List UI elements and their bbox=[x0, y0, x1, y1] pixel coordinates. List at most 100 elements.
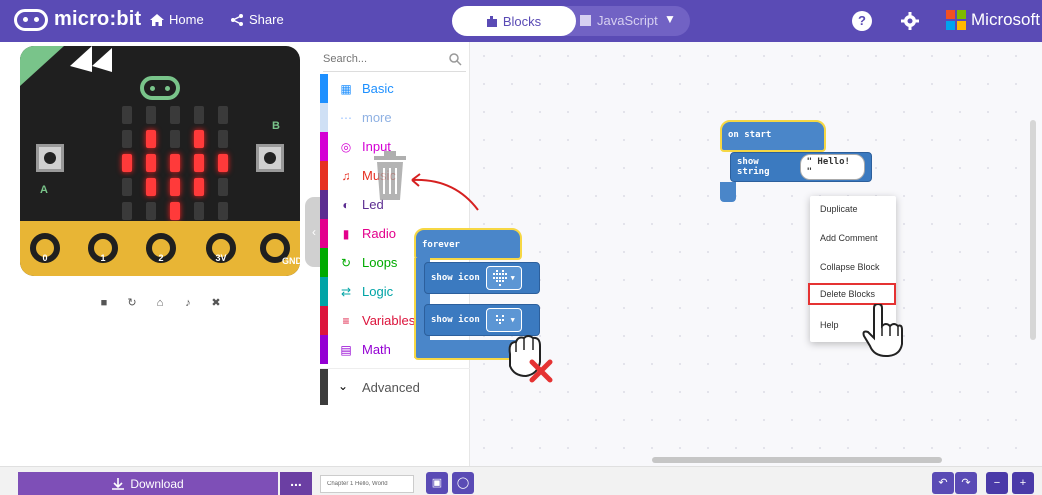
toolbox-search-input[interactable] bbox=[323, 50, 443, 68]
menu-item-collapse-block[interactable]: Collapse Block bbox=[810, 256, 896, 278]
show-icon-block[interactable]: show icon ▼ bbox=[424, 262, 540, 294]
home-button[interactable]: Home bbox=[150, 12, 204, 27]
category-color-bar bbox=[320, 335, 328, 364]
help-icon[interactable]: ? bbox=[852, 11, 872, 31]
javascript-tab[interactable]: JavaScript bbox=[580, 13, 658, 28]
advanced-category[interactable]: ⌄ Advanced bbox=[320, 368, 470, 405]
mute-icon[interactable]: ♪ bbox=[176, 292, 200, 314]
horizontal-scrollbar[interactable] bbox=[652, 457, 942, 463]
pin-label: 0 bbox=[42, 253, 48, 263]
pin-label: 1 bbox=[100, 253, 106, 263]
led-pixel bbox=[218, 154, 228, 172]
javascript-icon bbox=[580, 15, 591, 26]
button-a[interactable] bbox=[36, 144, 64, 172]
share-button[interactable]: Share bbox=[230, 12, 284, 27]
redo-icon[interactable]: ↷ bbox=[955, 472, 977, 494]
pin-1[interactable]: 1 bbox=[88, 233, 118, 273]
led-matrix bbox=[115, 106, 235, 224]
pin-0[interactable]: 0 bbox=[30, 233, 60, 273]
forever-block[interactable]: forever bbox=[414, 228, 522, 260]
led-pixel bbox=[218, 178, 228, 196]
led-pixel bbox=[218, 106, 228, 124]
microbit-logo[interactable]: micro:bit bbox=[14, 8, 141, 31]
category-color-bar bbox=[320, 219, 328, 248]
led-pixel bbox=[122, 106, 132, 124]
microbit-logo-icon bbox=[14, 8, 48, 31]
dropdown-caret-icon: ▼ bbox=[510, 316, 515, 324]
dropdown-caret-icon: ▼ bbox=[510, 274, 515, 282]
brand-name: micro:bit bbox=[54, 8, 142, 30]
bottom-toolbar: Download ... ▣ ◯ ↶ ↷ − + bbox=[0, 466, 1042, 495]
microsoft-icon bbox=[946, 10, 966, 30]
led-pixel bbox=[146, 178, 156, 196]
menu-item-add-comment[interactable]: Add Comment bbox=[810, 227, 896, 249]
heart-icon bbox=[492, 270, 509, 286]
led-pixel bbox=[194, 178, 204, 196]
github-icon[interactable]: ◯ bbox=[452, 472, 474, 494]
zoom-in-icon[interactable]: + bbox=[1012, 472, 1034, 494]
on-start-block[interactable]: on start bbox=[720, 120, 826, 152]
search-icon[interactable] bbox=[448, 52, 462, 66]
toolbox-category-basic[interactable]: ▦ Basic bbox=[320, 74, 470, 103]
category-label: Logic bbox=[362, 284, 394, 299]
restart-icon[interactable]: ↻ bbox=[120, 292, 144, 314]
show-string-block[interactable]: show string " Hello! " bbox=[730, 152, 872, 182]
corner-triangles bbox=[20, 46, 112, 86]
pin-gnd bbox=[260, 233, 290, 273]
mode-dropdown-icon[interactable]: ▼ bbox=[664, 12, 676, 26]
drag-to-trash-arrow bbox=[411, 173, 479, 211]
project-name-input[interactable] bbox=[320, 475, 414, 493]
led-pixel bbox=[218, 202, 228, 220]
icon-dropdown[interactable]: ▼ bbox=[485, 308, 522, 332]
microsoft-logo[interactable]: Microsoft bbox=[946, 10, 1040, 30]
led-pixel bbox=[170, 106, 180, 124]
menu-item-duplicate[interactable]: Duplicate bbox=[810, 198, 896, 220]
fullscreen-icon[interactable]: ✖ bbox=[204, 292, 228, 314]
download-more-button[interactable]: ... bbox=[280, 472, 312, 495]
category-color-bar bbox=[320, 369, 328, 405]
editor-mode-toggle: Blocks JavaScript ▼ bbox=[452, 6, 690, 36]
led-pixel bbox=[146, 130, 156, 148]
gnd-label: GND bbox=[282, 256, 300, 266]
forever-label: forever bbox=[422, 240, 460, 250]
save-icon[interactable]: ▣ bbox=[426, 472, 448, 494]
icon-dropdown[interactable]: ▼ bbox=[485, 266, 522, 290]
toggle-icon: ◐ bbox=[342, 198, 350, 212]
vertical-scrollbar[interactable] bbox=[1030, 120, 1036, 340]
category-label: Loops bbox=[362, 255, 398, 270]
pin-2[interactable]: 2 bbox=[146, 233, 176, 273]
show-icon-label: show icon bbox=[431, 273, 480, 283]
slow-mo-icon[interactable]: ⌂ bbox=[148, 292, 172, 314]
home-label: Home bbox=[169, 12, 204, 27]
share-label: Share bbox=[249, 12, 284, 27]
download-label: Download bbox=[130, 477, 184, 491]
advanced-label: Advanced bbox=[362, 380, 420, 395]
delete-x-icon bbox=[529, 359, 553, 383]
microsoft-label: Microsoft bbox=[971, 10, 1040, 29]
puzzle-icon bbox=[486, 15, 497, 27]
category-label: Math bbox=[362, 342, 391, 357]
download-button[interactable]: Download bbox=[18, 472, 278, 495]
small-heart-icon bbox=[493, 312, 509, 328]
grid-icon: ▦ bbox=[340, 82, 352, 96]
menu-item-delete-blocks[interactable]: Delete Blocks bbox=[808, 283, 896, 305]
makecode-editor: micro:bit Home Share Blocks JavaScript ▼… bbox=[0, 0, 1042, 495]
blocks-tab[interactable]: Blocks bbox=[452, 6, 576, 36]
toolbox-search bbox=[323, 46, 466, 72]
stop-icon[interactable]: ■ bbox=[92, 292, 116, 314]
button-b[interactable] bbox=[256, 144, 284, 172]
microbit-board: A B 0 1 2 3V GND bbox=[20, 46, 300, 276]
undo-icon[interactable]: ↶ bbox=[932, 472, 954, 494]
category-color-bar bbox=[320, 306, 328, 335]
simulator-panel: A B 0 1 2 3V GND ■ ↻ ⌂ ♪ ✖ bbox=[0, 42, 320, 466]
string-value-field[interactable]: " Hello! " bbox=[799, 154, 865, 180]
category-label: Variables bbox=[362, 313, 416, 328]
led-pixel bbox=[170, 130, 180, 148]
category-color-bar bbox=[320, 132, 328, 161]
led-pixel bbox=[122, 202, 132, 220]
led-pixel bbox=[194, 154, 204, 172]
zoom-out-icon[interactable]: − bbox=[986, 472, 1008, 494]
blocks-workspace[interactable] bbox=[470, 42, 1042, 466]
gear-icon[interactable] bbox=[900, 11, 920, 31]
toolbox-category-more[interactable]: ⋯ more bbox=[320, 103, 470, 132]
